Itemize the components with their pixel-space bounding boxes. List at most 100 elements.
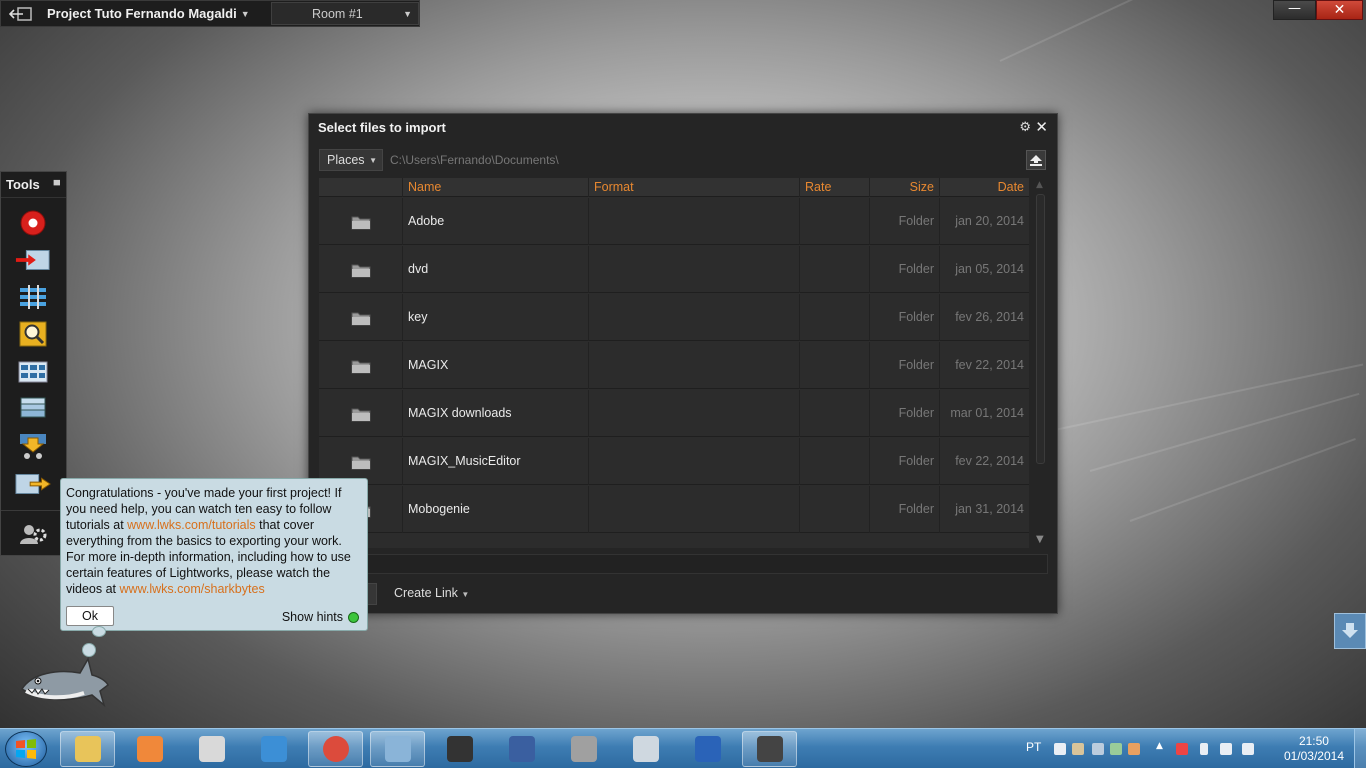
room-label: Room #1	[312, 6, 363, 21]
language-indicator[interactable]: PT	[1026, 740, 1041, 754]
bubble-dot	[92, 626, 106, 637]
taskbar-app-internet-explorer[interactable]	[246, 731, 301, 767]
bins-icon[interactable]	[15, 394, 51, 422]
calculator-icon	[632, 736, 659, 762]
pin-icon[interactable]: ▀	[54, 180, 60, 190]
file-size: Folder	[869, 438, 939, 485]
taskbar-app-lightworks[interactable]	[742, 731, 797, 767]
exit-project-button[interactable]	[1, 1, 41, 26]
sharkbytes-link[interactable]: www.lwks.com/sharkbytes	[120, 582, 265, 596]
gear-icon[interactable]: ⚙	[1019, 120, 1031, 135]
ok-button[interactable]: Ok	[66, 606, 114, 626]
volume-icon[interactable]	[1242, 743, 1254, 755]
create-link-dropdown[interactable]: Create Link ▼	[394, 586, 469, 600]
taskbar-app-music-app[interactable]	[370, 731, 425, 767]
action-center-icon[interactable]	[1176, 743, 1188, 755]
taskbar-app-media-player[interactable]	[122, 731, 177, 767]
path-field[interactable]: C:\Users\Fernando\Documents\	[390, 153, 559, 167]
export-icon[interactable]	[15, 470, 51, 498]
photo-app-icon	[570, 736, 597, 762]
chevron-down-icon: ▼	[461, 590, 470, 599]
download-icon[interactable]	[15, 432, 51, 460]
project-bar: Project Tuto Fernando Magaldi ▼ Room #1 …	[0, 0, 420, 27]
parent-folder-button[interactable]	[1026, 150, 1046, 170]
places-label: Places	[327, 153, 365, 167]
shark-mascot-icon	[18, 655, 110, 714]
project-title[interactable]: Project Tuto Fernando Magaldi ▼	[41, 6, 266, 21]
table-row[interactable]: Adobe Folder jan 20, 2014	[319, 198, 1029, 245]
keyboard-icon[interactable]	[1054, 743, 1066, 755]
dialog-close-icon[interactable]: ✕	[1035, 118, 1048, 136]
filename-strip[interactable]	[319, 554, 1048, 574]
search-icon[interactable]	[15, 320, 51, 348]
folder-icon-cell	[319, 342, 402, 389]
show-desktop-button[interactable]	[1354, 729, 1366, 768]
import-icon[interactable]	[15, 246, 51, 274]
taskbar-app-horse-app[interactable]	[432, 731, 487, 767]
clock-date: 01/03/2014	[1283, 749, 1344, 763]
table-row[interactable]: Mobogenie Folder jan 31, 2014	[319, 486, 1029, 533]
file-name: Mobogenie	[402, 486, 588, 533]
clock[interactable]: 21:50 01/03/2014	[1284, 734, 1344, 764]
table-row[interactable]	[319, 534, 1029, 548]
places-dropdown[interactable]: Places ▼	[319, 149, 383, 171]
file-size: Folder	[869, 390, 939, 437]
record-icon[interactable]	[15, 209, 51, 237]
column-header-date[interactable]: Date	[939, 178, 1029, 197]
project-title-text: Project Tuto Fernando Magaldi	[47, 6, 237, 21]
show-hints-toggle[interactable]: Show hints	[282, 609, 359, 625]
room-select[interactable]: Room #1 ▼	[271, 2, 419, 25]
column-header-rate[interactable]: Rate	[799, 178, 869, 197]
dialog-title: Select files to import	[318, 120, 446, 135]
file-date: jan 20, 2014	[939, 198, 1029, 245]
taskbar-app-media-player-classic[interactable]	[184, 731, 239, 767]
file-rate	[799, 294, 869, 341]
taskbar-app-pen-app[interactable]	[494, 731, 549, 767]
scroll-down-icon[interactable]: ▼	[1036, 534, 1044, 545]
tray-app-icon[interactable]	[1092, 743, 1104, 755]
column-header-name[interactable]: Name	[402, 178, 588, 197]
table-row[interactable]: MAGIX_MusicEditor Folder fev 22, 2014	[319, 438, 1029, 485]
windows-logo-icon	[16, 739, 36, 759]
column-header-size[interactable]: Size	[869, 178, 939, 197]
taskbar-app-explorer[interactable]	[60, 731, 115, 767]
wifi-signal-icon[interactable]	[1220, 743, 1232, 755]
taskbar-app-photo-app[interactable]	[556, 731, 611, 767]
scroll-thumb[interactable]	[1036, 194, 1045, 464]
tray-app-icon[interactable]	[1128, 743, 1140, 755]
timeline-icon[interactable]	[15, 283, 51, 311]
media-player-classic-icon	[198, 736, 225, 762]
column-header-icon	[319, 178, 402, 197]
column-header-format[interactable]: Format	[588, 178, 799, 197]
file-date: jan 31, 2014	[939, 486, 1029, 533]
taskbar-app-chrome[interactable]	[308, 731, 363, 767]
taskbar-app-calculator[interactable]	[618, 731, 673, 767]
table-row[interactable]: MAGIX Folder fev 22, 2014	[319, 342, 1029, 389]
tutorials-link[interactable]: www.lwks.com/tutorials	[127, 518, 256, 532]
window-controls: — ✕	[1273, 0, 1363, 20]
file-rate	[799, 342, 869, 389]
explorer-icon	[74, 736, 101, 762]
table-row[interactable]: MAGIX downloads Folder mar 01, 2014	[319, 390, 1029, 437]
pen-app-icon	[508, 736, 535, 762]
file-date: jan 05, 2014	[939, 246, 1029, 293]
minimize-button[interactable]: —	[1273, 0, 1316, 20]
show-hidden-icons-icon[interactable]: ▲	[1156, 741, 1163, 751]
scroll-up-icon[interactable]: ▲	[1036, 180, 1043, 190]
folder-icon-cell	[319, 198, 402, 245]
grid-view-icon[interactable]	[15, 358, 51, 386]
table-row[interactable]: key Folder fev 26, 2014	[319, 294, 1029, 341]
chevron-down-icon: ▼	[403, 8, 412, 19]
close-button[interactable]: ✕	[1316, 0, 1363, 20]
hint-message: Congratulations - you've made your first…	[66, 485, 362, 597]
side-download-button[interactable]	[1334, 613, 1366, 649]
table-scrollbar[interactable]: ▲ ▼	[1034, 178, 1048, 548]
taskbar-app-sigi-app[interactable]	[680, 731, 735, 767]
settings-users-icon[interactable]	[15, 520, 51, 548]
start-button[interactable]	[5, 731, 47, 767]
battery-icon[interactable]	[1200, 743, 1208, 755]
table-row[interactable]: dvd Folder jan 05, 2014	[319, 246, 1029, 293]
network-tray-icon[interactable]	[1110, 743, 1122, 755]
media-player-icon	[136, 736, 163, 762]
tray-app-icon[interactable]	[1072, 743, 1084, 755]
